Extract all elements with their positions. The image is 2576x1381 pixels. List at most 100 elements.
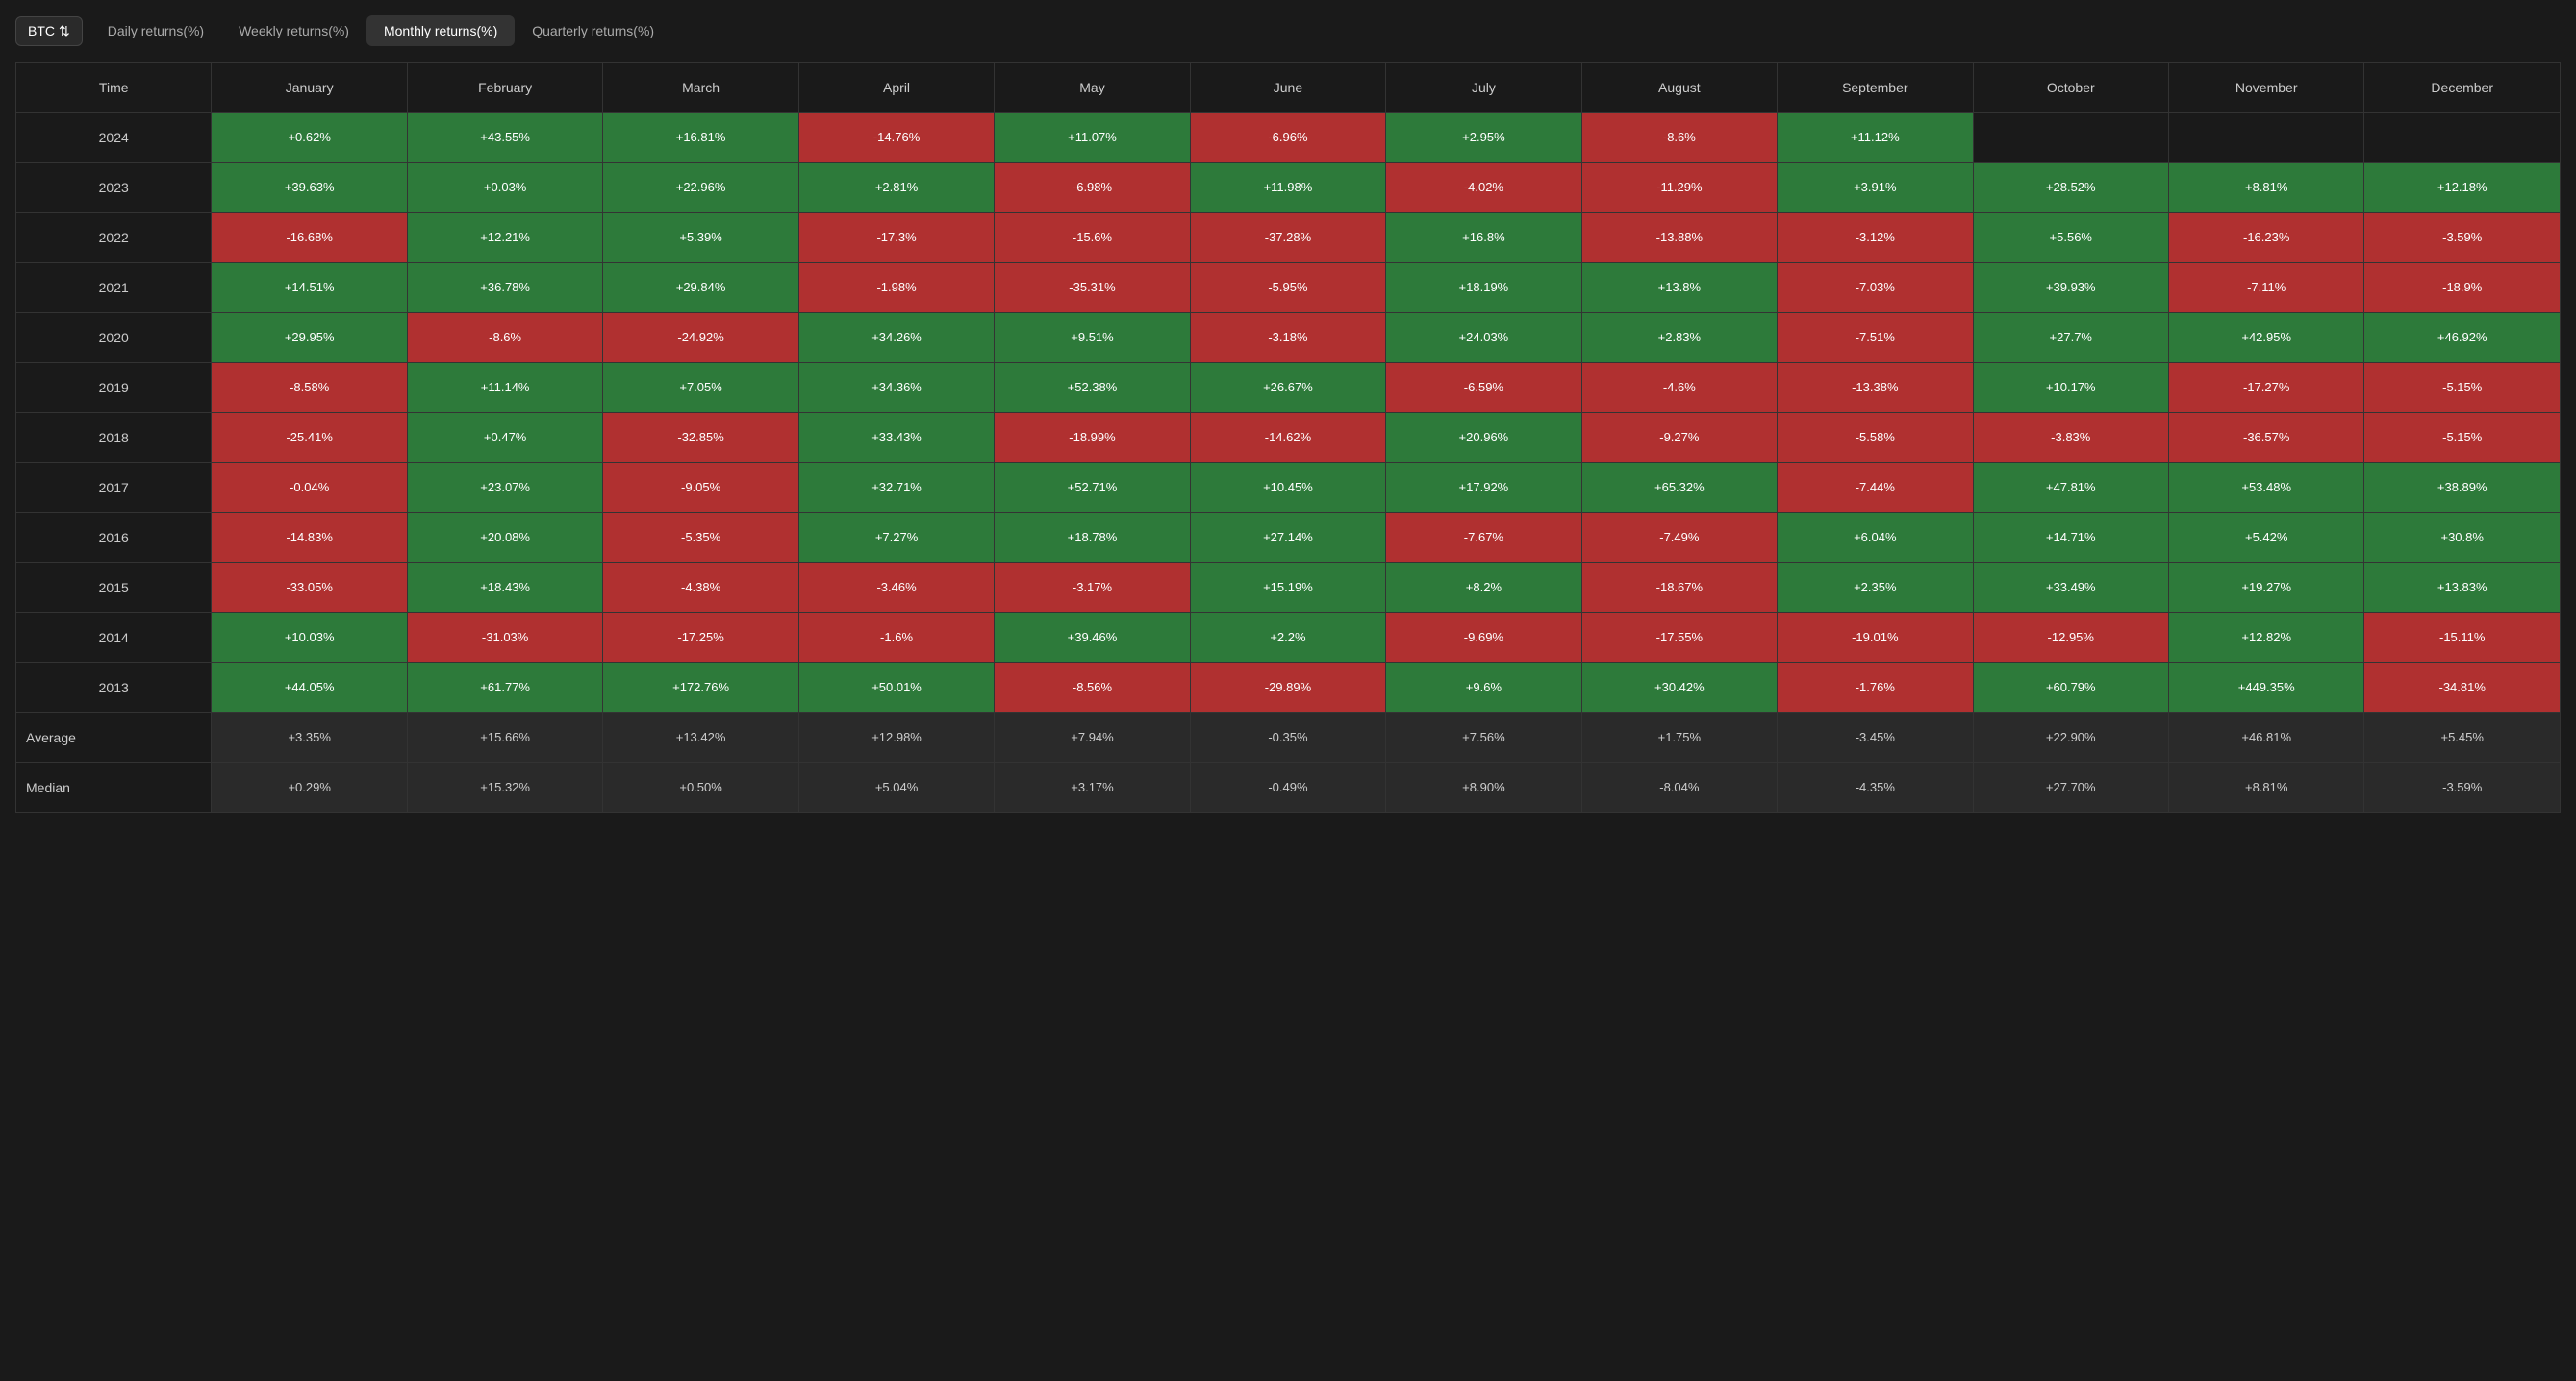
return-cell: +2.95%: [1386, 113, 1581, 163]
return-cell: +5.42%: [2168, 513, 2363, 563]
return-cell: -3.83%: [1973, 413, 2168, 463]
table-row: 2018-25.41%+0.47%-32.85%+33.43%-18.99%-1…: [16, 413, 2561, 463]
return-cell: -1.6%: [798, 613, 994, 663]
median-cell: +0.50%: [603, 763, 798, 813]
year-cell: 2014: [16, 613, 212, 663]
col-header-november: November: [2168, 63, 2363, 113]
return-cell: -32.85%: [603, 413, 798, 463]
return-cell: +0.47%: [407, 413, 602, 463]
return-cell: [2364, 113, 2561, 163]
return-cell: -11.29%: [1581, 163, 1777, 213]
return-cell: +22.96%: [603, 163, 798, 213]
return-cell: +9.6%: [1386, 663, 1581, 713]
return-cell: -8.56%: [995, 663, 1190, 713]
return-cell: -8.58%: [212, 363, 407, 413]
return-cell: +65.32%: [1581, 463, 1777, 513]
col-header-april: April: [798, 63, 994, 113]
return-cell: +18.43%: [407, 563, 602, 613]
col-header-may: May: [995, 63, 1190, 113]
average-cell: +15.66%: [407, 713, 602, 763]
year-cell: 2023: [16, 163, 212, 213]
return-cell: -33.05%: [212, 563, 407, 613]
return-cell: -18.99%: [995, 413, 1190, 463]
return-cell: +14.51%: [212, 263, 407, 313]
table-row: 2019-8.58%+11.14%+7.05%+34.36%+52.38%+26…: [16, 363, 2561, 413]
return-cell: -7.44%: [1778, 463, 1973, 513]
asset-selector[interactable]: BTC ⇅: [15, 16, 83, 46]
return-cell: +10.03%: [212, 613, 407, 663]
return-cell: +44.05%: [212, 663, 407, 713]
return-cell: +42.95%: [2168, 313, 2363, 363]
year-cell: 2017: [16, 463, 212, 513]
return-cell: +2.83%: [1581, 313, 1777, 363]
return-cell: +5.39%: [603, 213, 798, 263]
return-cell: -7.49%: [1581, 513, 1777, 563]
average-cell: +13.42%: [603, 713, 798, 763]
return-cell: +449.35%: [2168, 663, 2363, 713]
return-cell: +27.7%: [1973, 313, 2168, 363]
return-cell: -13.88%: [1581, 213, 1777, 263]
col-header-time: Time: [16, 63, 212, 113]
return-cell: +172.76%: [603, 663, 798, 713]
return-cell: -34.81%: [2364, 663, 2561, 713]
return-cell: +8.81%: [2168, 163, 2363, 213]
return-cell: +16.81%: [603, 113, 798, 163]
tab-monthly-returns---[interactable]: Monthly returns(%): [366, 15, 515, 46]
return-cell: -3.17%: [995, 563, 1190, 613]
return-cell: +60.79%: [1973, 663, 2168, 713]
return-cell: +11.98%: [1190, 163, 1385, 213]
year-cell: 2019: [16, 363, 212, 413]
return-cell: -37.28%: [1190, 213, 1385, 263]
return-cell: -4.02%: [1386, 163, 1581, 213]
tab-weekly-returns---[interactable]: Weekly returns(%): [221, 15, 366, 46]
average-cell: +1.75%: [1581, 713, 1777, 763]
return-cell: +7.05%: [603, 363, 798, 413]
average-cell: +46.81%: [2168, 713, 2363, 763]
return-cell: +3.91%: [1778, 163, 1973, 213]
return-cell: +50.01%: [798, 663, 994, 713]
return-cell: -5.58%: [1778, 413, 1973, 463]
return-cell: -3.59%: [2364, 213, 2561, 263]
return-cell: +2.81%: [798, 163, 994, 213]
col-header-january: January: [212, 63, 407, 113]
return-cell: +24.03%: [1386, 313, 1581, 363]
return-cell: +18.19%: [1386, 263, 1581, 313]
return-cell: -16.23%: [2168, 213, 2363, 263]
col-header-october: October: [1973, 63, 2168, 113]
return-cell: +13.83%: [2364, 563, 2561, 613]
return-cell: -12.95%: [1973, 613, 2168, 663]
return-cell: +2.35%: [1778, 563, 1973, 613]
average-cell: +22.90%: [1973, 713, 2168, 763]
return-cell: +9.51%: [995, 313, 1190, 363]
return-cell: +26.67%: [1190, 363, 1385, 413]
year-cell: 2013: [16, 663, 212, 713]
average-cell: +12.98%: [798, 713, 994, 763]
average-cell: +7.94%: [995, 713, 1190, 763]
return-cell: +13.8%: [1581, 263, 1777, 313]
tab-daily-returns---[interactable]: Daily returns(%): [90, 15, 221, 46]
return-cell: -16.68%: [212, 213, 407, 263]
return-cell: -25.41%: [212, 413, 407, 463]
median-cell: +15.32%: [407, 763, 602, 813]
return-cell: -7.11%: [2168, 263, 2363, 313]
return-cell: +10.17%: [1973, 363, 2168, 413]
return-cell: -14.62%: [1190, 413, 1385, 463]
tab-quarterly-returns---[interactable]: Quarterly returns(%): [515, 15, 671, 46]
return-cell: +27.14%: [1190, 513, 1385, 563]
return-cell: -14.76%: [798, 113, 994, 163]
return-cell: +0.62%: [212, 113, 407, 163]
median-cell: +8.90%: [1386, 763, 1581, 813]
return-cell: +17.92%: [1386, 463, 1581, 513]
return-cell: +8.2%: [1386, 563, 1581, 613]
return-cell: +11.07%: [995, 113, 1190, 163]
return-cell: +12.82%: [2168, 613, 2363, 663]
return-cell: -9.27%: [1581, 413, 1777, 463]
return-cell: [2168, 113, 2363, 163]
return-cell: -4.38%: [603, 563, 798, 613]
return-cell: -4.6%: [1581, 363, 1777, 413]
return-cell: -17.25%: [603, 613, 798, 663]
table-row: 2014+10.03%-31.03%-17.25%-1.6%+39.46%+2.…: [16, 613, 2561, 663]
return-cell: -9.05%: [603, 463, 798, 513]
return-cell: +11.12%: [1778, 113, 1973, 163]
average-label: Average: [16, 713, 212, 763]
